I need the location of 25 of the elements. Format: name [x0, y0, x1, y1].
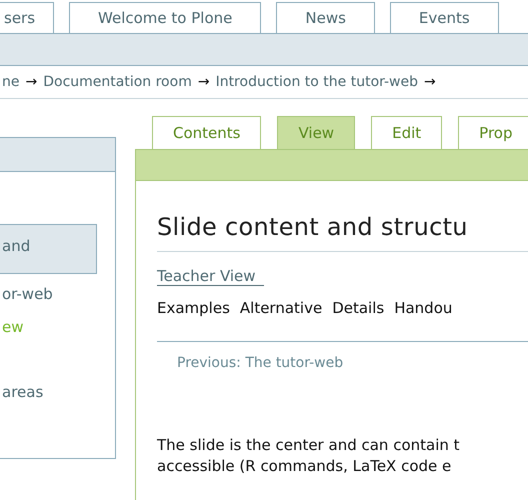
nav-tab[interactable]: Events — [390, 2, 499, 33]
breadcrumb-link[interactable]: ne — [2, 74, 20, 90]
teacher-view-link[interactable]: Teacher View — [157, 267, 264, 286]
content-tab[interactable]: Contents — [152, 116, 262, 149]
navigation-item[interactable]: areas — [0, 376, 115, 409]
navigation-item[interactable]: or-web — [0, 278, 115, 311]
breadcrumb-link[interactable]: Introduction to the tutor-web — [216, 74, 418, 90]
navigation-item[interactable]: and — [0, 224, 97, 274]
content-tab[interactable]: Prop — [458, 116, 528, 149]
breadcrumb-separator: → — [424, 74, 436, 90]
slide-link[interactable]: Examples — [157, 299, 230, 317]
nav-tab[interactable]: News — [276, 2, 375, 33]
breadcrumb-separator: → — [26, 74, 38, 90]
slide-link[interactable]: Handou — [394, 299, 452, 317]
nav-tab[interactable]: sers — [0, 2, 54, 33]
content-tab[interactable]: Edit — [371, 116, 442, 149]
nav-tab[interactable]: Welcome to Plone — [69, 2, 262, 33]
previous-link[interactable]: Previous: The tutor-web — [177, 355, 344, 371]
slide-link[interactable]: Alternative — [240, 299, 322, 317]
body-text: The slide is the center and can contain t — [157, 435, 461, 456]
slide-link[interactable]: Details — [332, 299, 384, 317]
body-text: accessible (R commands, LaTeX code e — [157, 456, 452, 477]
page-title: Slide content and structu — [157, 213, 528, 252]
breadcrumb-separator: → — [198, 74, 210, 90]
breadcrumb-link[interactable]: Documentation room — [43, 74, 192, 90]
